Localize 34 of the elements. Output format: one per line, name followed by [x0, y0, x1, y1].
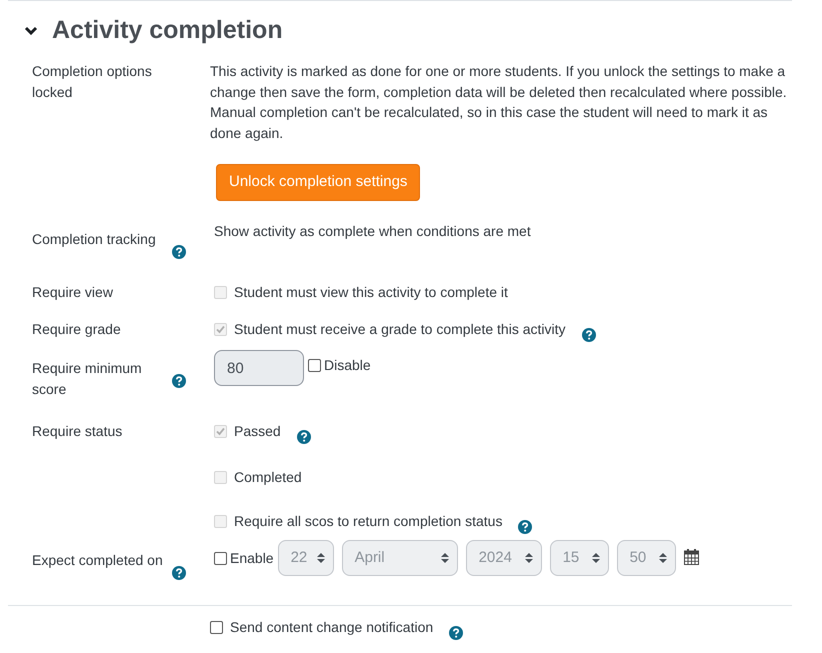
field-label: Require view: [32, 283, 114, 302]
checkbox[interactable]: [308, 359, 321, 372]
field-label: Require grade: [32, 320, 122, 339]
checkbox-label: Student must receive a grade to complete this activity: [234, 320, 566, 339]
checkbox-label: Enable: [230, 548, 274, 568]
field-label: Completion options locked: [32, 62, 153, 102]
help-icon[interactable]: [172, 245, 186, 259]
calendar-icon[interactable]: [684, 549, 699, 565]
sort-icon: [440, 552, 449, 564]
checkbox[interactable]: [214, 552, 227, 564]
sort-icon: [524, 552, 533, 564]
field-label: Expect completed on: [32, 551, 164, 570]
checkbox-label: Completed: [234, 468, 302, 487]
help-icon[interactable]: [172, 374, 186, 388]
field-label: Require minimum score: [32, 359, 143, 399]
checkbox-label: Disable: [324, 356, 371, 375]
locked-message: This activity is marked as done for one or more students. If you unlock the settings to make a change then save the form, completion data will be deleted then recalculated where possible. Manual completion can't be recalculated, so in this case the student will need to mark it as done again.: [210, 62, 788, 143]
unlock-button[interactable]: Unlock completion settings: [216, 164, 420, 201]
field-label: Completion tracking: [32, 230, 157, 249]
chevron-icon: [24, 26, 38, 36]
checkbox-label: Send content change notification: [230, 618, 434, 637]
sort-icon: [658, 552, 667, 564]
help-icon[interactable]: [449, 626, 464, 640]
section-heading: Activity completion: [52, 15, 283, 46]
help-icon[interactable]: [172, 566, 186, 580]
checkbox-label: Student must view this activity to complete it: [234, 283, 508, 302]
sort-icon: [592, 552, 600, 564]
checkbox[interactable]: [210, 621, 223, 634]
sort-icon: [316, 552, 325, 564]
field-label: Require status: [32, 422, 124, 441]
score-field[interactable]: 80: [214, 350, 304, 386]
checkbox-label: Passed: [234, 422, 281, 441]
checkbox-label: Require all scos to return completion status: [234, 512, 502, 531]
field-value: Show activity as complete when conditions are met: [214, 222, 531, 241]
